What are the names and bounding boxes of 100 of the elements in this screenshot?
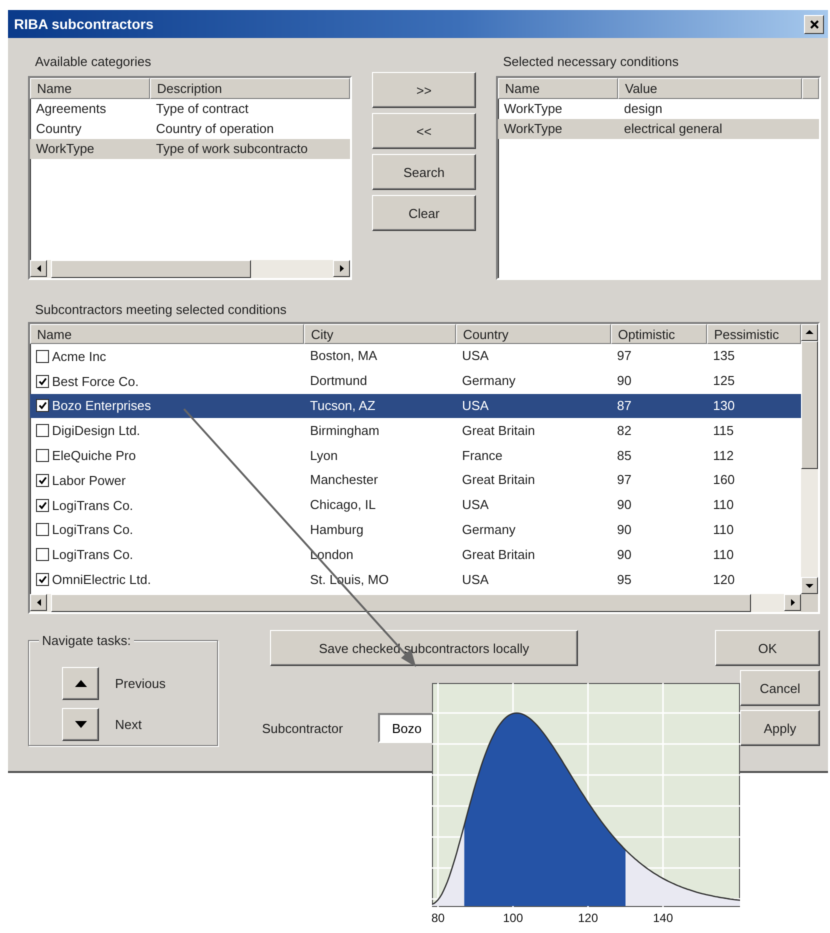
table-cell-text: Type of contract — [155, 101, 250, 116]
checkbox[interactable] — [36, 573, 49, 586]
section-label: Subcontractors meeting selected conditions — [35, 302, 288, 319]
list-row[interactable]: LogiTrans Co. Hamburg Germany 90 110 — [30, 518, 801, 542]
table-cell-text: 90 — [616, 546, 632, 562]
table-cell-text: Country of operation — [155, 121, 275, 136]
table-cell-text: design — [623, 101, 664, 116]
table-cell-text: Birmingham — [309, 422, 380, 438]
checkbox[interactable] — [36, 449, 49, 462]
column-header[interactable]: Name — [30, 78, 150, 99]
save-button[interactable]: Save checked subcontractors locally — [270, 630, 578, 666]
table-cell-text: 110 — [712, 497, 735, 512]
checkbox[interactable] — [36, 498, 49, 512]
column-header[interactable]: City — [304, 324, 456, 344]
table-cell-text: Great Britain — [461, 472, 536, 488]
list-row[interactable]: DigiDesign Ltd. Birmingham Great Britain 82 115 — [30, 418, 801, 444]
checkbox[interactable] — [36, 350, 49, 363]
nav-label: Previous — [115, 676, 167, 691]
checkbox[interactable] — [36, 523, 49, 536]
axis-tick-label: 140 — [652, 911, 674, 925]
list-row[interactable]: LogiTrans Co. Chicago, IL USA 90 110 — [30, 492, 801, 518]
dialog-button[interactable]: OK — [715, 630, 820, 666]
table-cell-text: 90 — [616, 497, 632, 512]
next-button[interactable] — [62, 708, 99, 742]
previous-button[interactable] — [62, 666, 99, 700]
checkbox[interactable] — [36, 424, 49, 438]
table-cell-text: Hamburg — [309, 522, 364, 537]
list-row[interactable]: EleQuiche Pro Lyon France 85 112 — [30, 443, 801, 468]
scroll-down-icon[interactable] — [801, 577, 818, 594]
scroll-right-icon[interactable] — [784, 594, 801, 611]
table-cell-text: Germany — [461, 373, 516, 388]
table-cell-text: 90 — [616, 373, 632, 388]
action-button[interactable]: >> — [372, 72, 476, 108]
table-cell-text: 160 — [712, 472, 736, 488]
axis-tick-label: 120 — [578, 911, 598, 925]
list-row[interactable]: Labor Power Manchester Great Britain 97 160 — [30, 468, 801, 493]
column-header[interactable]: Value — [618, 78, 802, 99]
column-header[interactable]: Name — [498, 78, 618, 99]
table-cell-text: EleQuiche Pro — [51, 448, 137, 464]
column-header[interactable]: Optimistic — [611, 324, 707, 344]
list-row[interactable]: WorkType electrical general — [498, 119, 819, 139]
checkbox[interactable] — [36, 548, 49, 562]
table-cell-text: USA — [461, 398, 490, 413]
close-button[interactable] — [804, 14, 824, 34]
checkbox[interactable] — [36, 399, 49, 412]
dialog-button[interactable]: Apply — [740, 710, 820, 746]
table-cell-text: 115 — [712, 422, 735, 438]
column-header[interactable]: Name — [30, 324, 304, 344]
table-cell-text: Best Force Co. — [51, 374, 140, 389]
table-cell-text: electrical general — [623, 121, 724, 136]
dialog-button[interactable]: Cancel — [740, 670, 820, 706]
table-cell-text: 85 — [616, 448, 632, 463]
list-row[interactable]: WorkType design — [498, 99, 819, 119]
scroll-right-icon[interactable] — [333, 260, 350, 277]
table-cell-text: Germany — [461, 522, 516, 537]
column-header[interactable]: Pessimistic — [707, 324, 801, 344]
list-row[interactable]: Best Force Co. Dortmund Germany 90 125 — [30, 368, 801, 394]
table-cell-text: 112 — [712, 448, 735, 463]
table-cell-text: 95 — [616, 572, 632, 587]
list-row[interactable]: WorkType Type of work subcontracto — [30, 139, 350, 159]
table-cell-text: Type of work subcontracto — [155, 141, 309, 156]
table-cell-text: LogiTrans Co. — [51, 522, 134, 538]
table-cell-text: DigiDesign Ltd. — [51, 423, 142, 438]
column-header[interactable]: Description — [150, 78, 350, 99]
checkbox[interactable] — [36, 474, 49, 487]
table-cell-text: 120 — [712, 572, 736, 587]
column-header[interactable] — [802, 78, 819, 99]
table-cell-text: Lyon — [309, 448, 339, 463]
column-header[interactable]: Country — [456, 324, 611, 344]
action-button[interactable]: Search — [372, 154, 476, 190]
subcontractor-field[interactable]: Bozo — [378, 713, 432, 743]
table-cell-text: Dortmund — [309, 373, 368, 388]
action-button[interactable]: << — [372, 113, 476, 149]
field-label: Subcontractor — [262, 720, 344, 736]
checkbox[interactable] — [36, 374, 49, 388]
scroll-up-icon[interactable] — [801, 324, 818, 341]
table-cell-text: 130 — [712, 398, 736, 413]
table-cell-text: USA — [461, 348, 490, 364]
table-cell-text: Boston, MA — [309, 348, 378, 364]
scroll-thumb[interactable] — [801, 341, 818, 469]
table-cell-text: USA — [461, 572, 490, 587]
table-cell-text: WorkType — [35, 141, 96, 156]
table-cell-text: 97 — [616, 472, 632, 488]
scroll-left-icon[interactable] — [30, 260, 47, 277]
horizontal-scrollbar[interactable] — [30, 260, 350, 278]
table-cell-text: France — [461, 448, 504, 463]
table-cell-text: Manchester — [309, 472, 379, 488]
vertical-scrollbar[interactable] — [801, 324, 818, 594]
table-cell-text: Agreements — [35, 101, 108, 116]
list-row[interactable]: Acme Inc Boston, MA USA 97 135 — [30, 344, 801, 369]
table-cell-text: Bozo Enterprises — [51, 398, 152, 414]
list-row[interactable]: Agreements Type of contract — [30, 99, 350, 119]
close-icon — [808, 18, 820, 30]
action-button[interactable]: Clear — [372, 195, 476, 231]
scroll-left-icon[interactable] — [30, 594, 47, 611]
table-cell-text: Labor Power — [51, 472, 127, 488]
list-row[interactable]: Bozo Enterprises Tucson, AZ USA 87 130 — [30, 394, 801, 418]
scroll-thumb[interactable] — [51, 260, 251, 278]
table-cell-text: 135 — [712, 348, 736, 364]
list-row[interactable]: Country Country of operation — [30, 119, 350, 139]
